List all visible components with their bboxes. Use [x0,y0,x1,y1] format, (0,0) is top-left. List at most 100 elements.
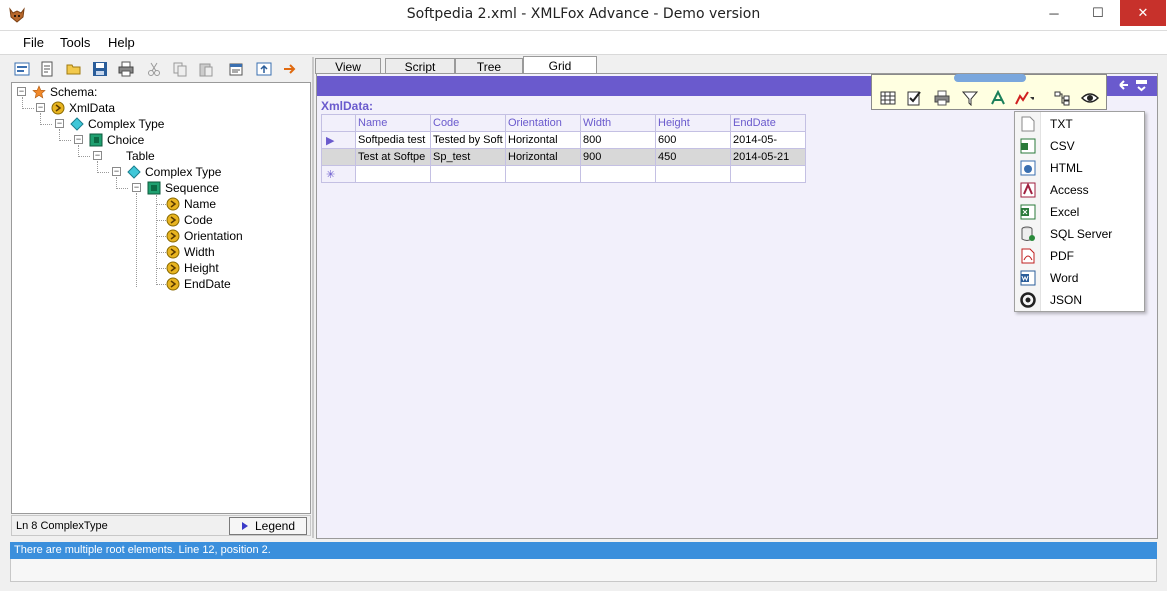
grid-cell[interactable]: 2014-05-21 [730,148,806,166]
tree-node-complextype-2[interactable]: Complex Type [127,164,221,180]
export-pdf-item[interactable]: PDF [1015,245,1145,267]
arrow-right-icon[interactable] [280,59,300,79]
column-header-name[interactable]: Name [355,114,431,132]
collapse-choice-toggle[interactable]: − [74,135,83,144]
grid-cell[interactable]: Sp_test [430,148,506,166]
tree-node-field[interactable]: Width [166,244,215,260]
new-document-icon[interactable] [37,59,57,79]
schema-tree-panel: − − − − − − − Schema: XmlData Complex Ty… [11,82,311,514]
new-row-marker[interactable]: ✳ [321,165,356,183]
export-json-item[interactable]: JSON [1015,289,1145,311]
column-header-enddate[interactable]: EndDate [730,114,806,132]
tree-node-xmldata[interactable]: XmlData [51,100,115,116]
tree-node-field[interactable]: Code [166,212,213,228]
grid-cell[interactable]: Tested by Soft [430,131,506,149]
export-sql-server-item[interactable]: SQL Server [1015,223,1145,245]
grid-cell[interactable] [505,165,581,183]
grid-cell[interactable]: Horizontal [505,148,581,166]
export-word-item[interactable]: Word [1015,267,1145,289]
eye-icon[interactable] [1080,89,1100,107]
toolbar-grip[interactable] [954,74,1026,82]
copy-icon[interactable] [170,59,190,79]
grid-cell[interactable]: Horizontal [505,131,581,149]
menu-item-label: TXT [1050,117,1073,131]
open-folder-icon[interactable] [64,59,84,79]
tree-node-field[interactable]: Name [166,196,216,212]
legend-button[interactable]: Legend [229,517,307,535]
menu-item-label: SQL Server [1050,227,1113,241]
tree-node-sequence[interactable]: Sequence [147,180,219,196]
grid-cell[interactable] [355,165,431,183]
upload-icon[interactable] [254,59,274,79]
minimize-button[interactable]: ─ [1032,0,1076,26]
collapse-schema-toggle[interactable]: − [17,87,26,96]
column-header-orientation[interactable]: Orientation [505,114,581,132]
properties-icon[interactable] [226,59,246,79]
grid-cell[interactable]: 600 [655,131,731,149]
export-csv-item[interactable]: CSV [1015,135,1145,157]
grid-cell[interactable]: 450 [655,148,731,166]
tab-grid[interactable]: Grid [523,56,597,74]
table-row[interactable]: Test at Softpe Sp_test Horizontal 900 45… [321,148,806,166]
export-access-item[interactable]: Access [1015,179,1145,201]
grid-cell[interactable]: Test at Softpe [355,148,431,166]
column-header-height[interactable]: Height [655,114,731,132]
grid-cell[interactable]: 800 [580,131,656,149]
column-header-code[interactable]: Code [430,114,506,132]
collapse-sequence-toggle[interactable]: − [132,183,141,192]
grid-cell[interactable]: 900 [580,148,656,166]
panel-splitter[interactable] [312,57,314,538]
save-icon[interactable] [90,59,110,79]
paste-icon[interactable] [196,59,216,79]
back-arrow-icon[interactable] [1116,77,1152,93]
tree-node-field[interactable]: EndDate [166,276,231,292]
grid-cell[interactable] [730,165,806,183]
export-html-item[interactable]: HTML [1015,157,1145,179]
tree-node-choice[interactable]: Choice [89,132,144,148]
menu-help[interactable]: Help [108,35,135,50]
collapse-complextype2-toggle[interactable]: − [112,167,121,176]
print-icon[interactable] [116,59,136,79]
filter-icon[interactable] [960,89,980,107]
txt-file-icon [1020,116,1036,132]
tree-node-table[interactable]: Table [108,148,155,164]
open-xml-icon[interactable] [12,59,32,79]
tab-view[interactable]: View [315,58,381,74]
export-excel-item[interactable]: Excel [1015,201,1145,223]
tree-node-complextype[interactable]: Complex Type [70,116,164,132]
tree-node-schema[interactable]: Schema: [32,84,97,100]
collapse-complextype-toggle[interactable]: − [55,119,64,128]
cut-icon[interactable] [144,59,164,79]
export-txt-item[interactable]: TXT [1015,113,1145,135]
checklist-icon[interactable] [904,89,924,107]
tree-node-field[interactable]: Orientation [166,228,243,244]
title-bar: Softpedia 2.xml - XMLFox Advance - Demo … [0,0,1167,31]
export-icon[interactable] [1014,89,1034,107]
font-icon[interactable] [988,89,1008,107]
print-icon[interactable] [932,89,952,107]
row-header[interactable] [321,148,356,166]
maximize-button[interactable]: ☐ [1076,0,1120,26]
close-button[interactable]: ✕ [1120,0,1166,26]
tab-tree[interactable]: Tree [455,58,523,74]
table-icon[interactable] [878,89,898,107]
tree-node-field[interactable]: Height [166,260,219,276]
grid-cell[interactable] [580,165,656,183]
table-row[interactable]: ▶ Softpedia test Tested by Soft Horizont… [321,131,806,149]
hierarchy-icon[interactable] [1052,89,1072,107]
tab-script[interactable]: Script [385,58,455,74]
column-header-width[interactable]: Width [580,114,656,132]
grid-cell[interactable] [655,165,731,183]
grid-cell[interactable]: 2014-05- [730,131,806,149]
new-row[interactable]: ✳ [321,165,806,183]
tree-label: Complex Type [145,165,222,179]
grid-cell[interactable] [430,165,506,183]
collapse-table-toggle[interactable]: − [93,151,102,160]
current-row-marker[interactable]: ▶ [321,131,356,149]
collapse-xmldata-toggle[interactable]: − [36,103,45,112]
csv-file-icon [1020,138,1036,154]
grid-cell[interactable]: Softpedia test [355,131,431,149]
menu-tools[interactable]: Tools [60,35,90,50]
menu-file[interactable]: File [23,35,44,50]
main-toolbar [8,57,310,82]
